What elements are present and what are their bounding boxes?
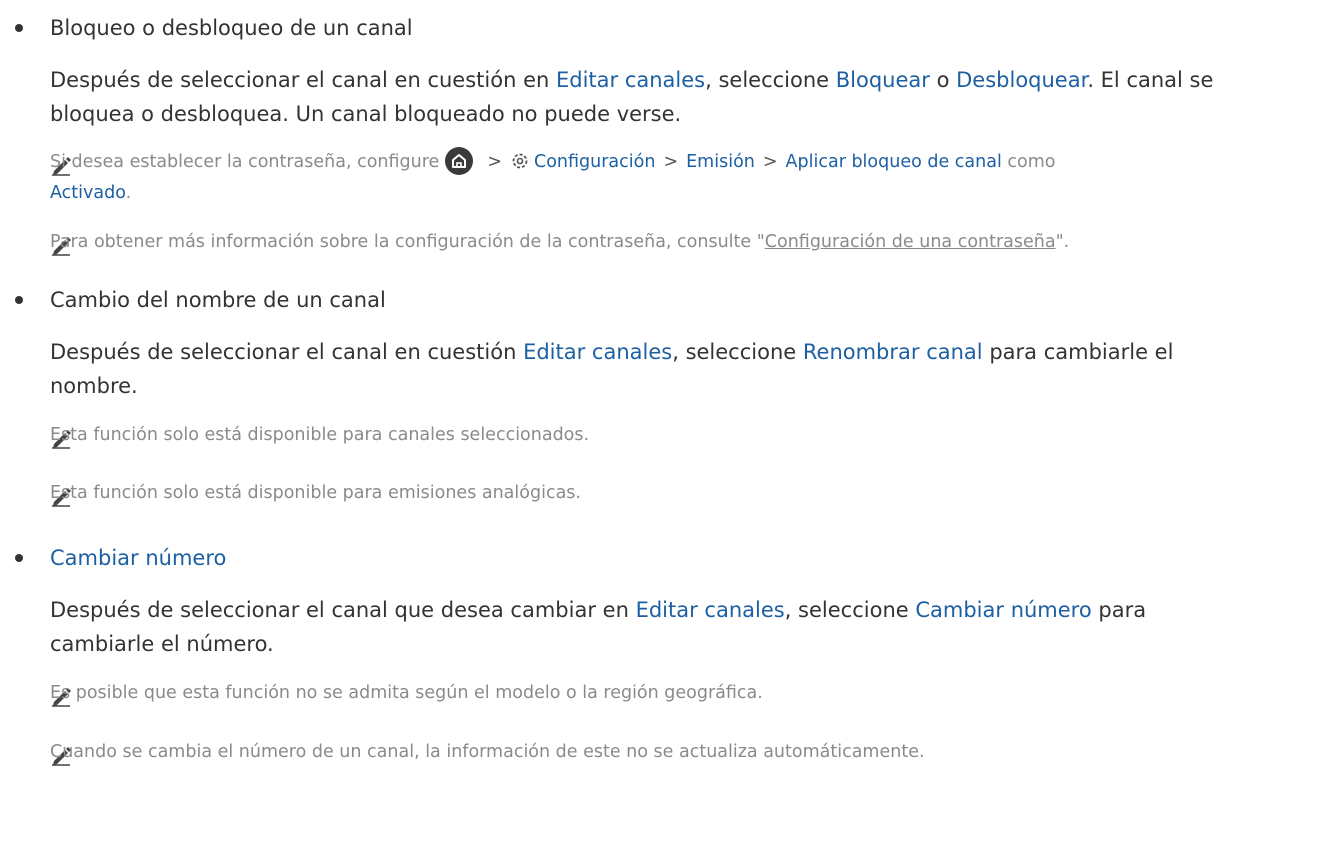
item-title: Bloqueo o desbloqueo de un canal — [50, 16, 413, 40]
note-text: Cuando se cambia el número de un canal, … — [50, 742, 925, 762]
note-password-info-text: Para obtener más información sobre la co… — [50, 232, 1070, 252]
bloquear-link: Bloquear — [835, 68, 930, 92]
activado-link: Activado — [50, 183, 126, 203]
bullet-dot — [15, 554, 23, 562]
note-text: Es posible que esta función no se admita… — [50, 683, 763, 703]
item-description: Después de seleccionar el canal que dese… — [50, 598, 1147, 656]
configuracion-contrasena-link[interactable]: Configuración de una contraseña — [765, 232, 1056, 252]
editar-canales-link: Editar canales — [555, 68, 706, 92]
home-icon — [445, 147, 474, 175]
bullet-dot — [15, 24, 23, 32]
desbloquear-link: Desbloquear — [956, 68, 1088, 92]
item-description: Después de seleccionar el canal en cuest… — [50, 68, 1214, 126]
chevron-right-icon: > — [762, 152, 778, 172]
note-text: Esta función solo está disponible para c… — [50, 425, 590, 445]
editar-canales-link: Editar canales — [523, 340, 673, 364]
renombrar-canal-link: Renombrar canal — [802, 340, 983, 364]
item-description: Después de seleccionar el canal en cuest… — [50, 340, 1174, 398]
note-text: Esta función solo está disponible para e… — [50, 483, 581, 503]
chevron-right-icon: > — [487, 152, 502, 172]
item-title: Cambio del nombre de un canal — [50, 288, 386, 312]
chevron-right-icon: > — [663, 152, 679, 172]
emision-link: Emisión — [686, 152, 755, 172]
bullet-dot — [15, 296, 23, 304]
configuracion-link: Configuración — [534, 152, 656, 172]
note-password-text: Si desea establecer la contraseña, confi… — [50, 147, 1055, 209]
item-title: Cambiar número — [50, 546, 227, 570]
editar-canales-link: Editar canales — [635, 598, 785, 622]
aplicar-bloqueo-link: Aplicar bloqueo de canal — [785, 152, 1002, 172]
gear-icon — [512, 153, 528, 169]
cambiar-numero-link: Cambiar número — [915, 598, 1092, 622]
